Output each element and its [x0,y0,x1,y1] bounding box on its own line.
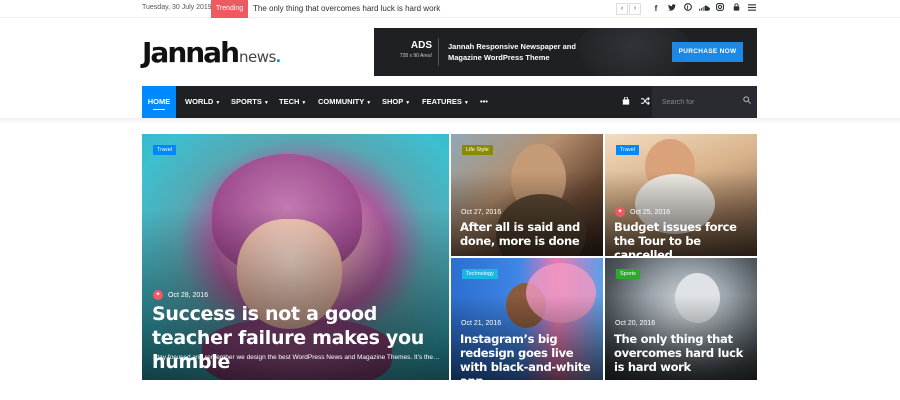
caret-down-icon: ▼ [263,100,269,106]
caret-down-icon: ▼ [301,100,307,106]
site-logo[interactable]: Jannah news . [142,36,281,69]
nav-item-label: TECH [279,97,300,106]
search-icon[interactable] [743,86,751,118]
post-meta: Oct 21, 2016 [461,320,501,327]
post-meta: Oct 27, 2016 [461,209,501,216]
post-title[interactable]: Instagram’s big redesign goes live with … [460,332,602,380]
nav-item-features[interactable]: FEATURES ▼ [422,86,469,118]
ticker-prev-button[interactable]: ‹ [616,3,628,15]
caret-down-icon: ▼ [366,100,372,106]
nav-item-community[interactable]: COMMUNITY ▼ [318,86,371,118]
featured-post-budget[interactable]: Travel ✦ Oct 25, 2016 Budget issues forc… [605,134,757,256]
ticker-next-button[interactable]: › [629,3,641,15]
post-title[interactable]: Success is not a good teacher failure ma… [152,302,442,374]
post-date: Oct 27, 2016 [461,209,502,216]
nav-search [652,86,757,118]
instagram-icon[interactable] [712,2,728,16]
category-badge[interactable]: Travel [616,145,640,155]
featured-post-main[interactable]: Travel ✦ Oct 28, 2016 Success is not a g… [142,134,449,380]
nav-item-shop[interactable]: SHOP ▼ [382,86,410,118]
post-date: Oct 25, 2016 [630,208,671,216]
facebook-icon[interactable]: f [648,2,664,16]
top-bar: Tuesday, 30 July 2019 Trending The only … [0,0,900,18]
nav-item-label: FEATURES [422,97,462,106]
nav-shadow [0,118,900,124]
purchase-now-button[interactable]: PURCHASE NOW [672,42,743,62]
category-badge[interactable]: Sports [616,269,640,279]
nav-item-world[interactable]: WORLD ▼ [185,86,220,118]
post-meta: Oct 20, 2016 [615,320,655,327]
ticker-controls: ‹ › [616,3,641,15]
menu-icon[interactable] [744,2,760,16]
soundcloud-icon[interactable] [696,2,712,16]
post-meta: ✦ Oct 25, 2016 [615,207,670,217]
nav-item-tech[interactable]: TECH ▼ [279,86,306,118]
nav-more-button[interactable]: ••• [480,86,488,118]
nav-item-label: HOME [147,97,171,106]
post-title[interactable]: After all is said and done, more is done [460,220,600,248]
trending-label: Trending [211,0,248,18]
nav-item-sports[interactable]: SPORTS ▼ [231,86,269,118]
logo-dot: . [275,46,281,66]
featured-post-sports[interactable]: Sports Oct 20, 2016 The only thing that … [605,258,757,380]
nav-item-home[interactable]: HOME [142,86,176,118]
twitter-icon[interactable] [664,2,680,16]
nav-item-label: COMMUNITY [318,97,365,106]
random-shuffle-icon[interactable] [638,86,652,118]
social-links: f [648,2,760,16]
header-ad-banner[interactable]: ADS 728 x 90 Area! Jannah Responsive New… [374,28,757,76]
trending-ticker-link[interactable]: The only thing that overcomes hard luck … [253,4,440,13]
pinterest-icon[interactable] [680,2,696,16]
ads-label: ADS [410,40,432,51]
post-date: Oct 28, 2016 [168,291,209,299]
ad-text: Jannah Responsive Newspaper and Magazine… [448,42,576,62]
post-date: Oct 21, 2016 [461,320,502,327]
nav-item-label: WORLD [185,97,214,106]
featured-post-instagram[interactable]: Technology Oct 21, 2016 Instagram’s big … [451,258,603,380]
post-date: Oct 20, 2016 [615,320,656,327]
post-title[interactable]: Budget issues force the Tour to be cance… [614,220,754,256]
search-input[interactable] [662,94,737,110]
category-badge[interactable]: Life Style [462,145,493,155]
ads-size: 728 x 90 Area! [399,53,432,59]
post-title[interactable]: The only thing that overcomes hard luck … [614,332,756,374]
lock-icon[interactable] [728,2,744,16]
post-meta: ✦ Oct 28, 2016 [153,290,208,300]
caret-down-icon: ▼ [405,100,411,106]
caret-down-icon: ▼ [215,100,221,106]
caret-down-icon: ▼ [463,100,469,106]
category-badge[interactable]: Technology [462,269,498,279]
ad-size-label: ADS 728 x 90 Area! [388,40,432,59]
nav-item-label: SHOP [382,97,404,106]
current-date: Tuesday, 30 July 2019 [142,4,212,11]
ad-divider [438,38,439,66]
nav-item-label: SPORTS [231,97,262,106]
trending-fire-icon: ✦ [153,290,163,300]
main-navigation: HOME WORLD ▼ SPORTS ▼ TECH ▼ COMMUNITY ▼ SHO… [142,86,757,118]
category-badge[interactable]: Travel [153,145,177,155]
featured-post-life-style[interactable]: Life Style Oct 27, 2016 After all is sai… [451,134,603,256]
post-excerpt: Stay focused and remember we design the … [153,354,440,361]
logo-main-text: Jannah [142,36,240,69]
logo-sub-text: news [239,48,276,66]
shopping-bag-icon[interactable] [619,86,633,118]
trending-fire-icon: ✦ [615,207,625,217]
